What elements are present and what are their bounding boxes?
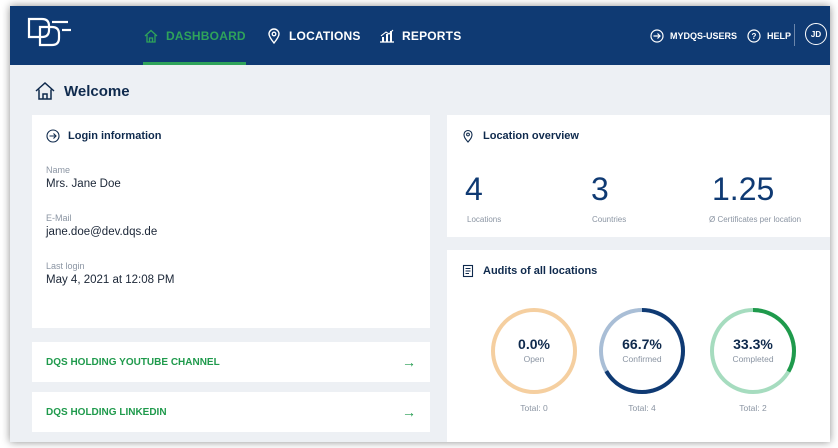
mydqs-users-label: MYDQS-USERS: [670, 30, 738, 41]
audits-card: Audits of all locations 0.0% Open Total:…: [447, 250, 830, 442]
ring-label: Confirmed: [622, 354, 662, 364]
top-navigation: DASHBOARD LOCATIONS REPORTS MYDQS-USERS …: [10, 6, 830, 65]
youtube-channel-label: DQS HOLDING YOUTUBE CHANNEL: [46, 356, 220, 368]
ring-percent: 33.3%: [733, 336, 773, 352]
ring-total-open: Total: 0: [520, 403, 548, 413]
ring-percent: 66.7%: [622, 336, 662, 352]
nav-locations[interactable]: LOCATIONS: [266, 6, 361, 65]
document-icon: [462, 264, 474, 278]
login-information-title-text: Login information: [68, 130, 162, 142]
help-icon: ?: [747, 28, 761, 43]
locations-label: Locations: [467, 215, 502, 224]
linkedin-link[interactable]: DQS HOLDING LINKEDIN →: [32, 392, 430, 432]
nav-divider: [794, 24, 795, 46]
arrow-right-icon: →: [402, 354, 416, 370]
login-information-title: Login information: [46, 129, 161, 143]
last-login-label: Last login: [46, 261, 85, 271]
email-value: jane.doe@dev.dqs.de: [46, 226, 158, 238]
audits-title: Audits of all locations: [461, 264, 597, 278]
audit-ring-confirmed: 66.7% Confirmed: [597, 306, 687, 396]
audit-ring-open: 0.0% Open: [489, 306, 579, 396]
audit-ring-completed: 33.3% Completed: [708, 306, 798, 396]
help-link[interactable]: ? HELP: [747, 6, 791, 65]
location-overview-title: Location overview: [461, 129, 579, 143]
page-title: Welcome: [34, 80, 130, 102]
login-information-card: Login information Name Mrs. Jane Doe E-M…: [32, 115, 430, 328]
youtube-channel-link[interactable]: DQS HOLDING YOUTUBE CHANNEL →: [32, 342, 430, 382]
home-icon: [35, 81, 55, 100]
certificates-per-location-value: 1.25: [712, 171, 775, 207]
name-value: Mrs. Jane Doe: [46, 178, 121, 190]
nav-dashboard-label: DASHBOARD: [166, 28, 246, 43]
help-label: HELP: [767, 30, 792, 41]
nav-reports[interactable]: REPORTS: [379, 6, 461, 65]
ring-percent: 0.0%: [518, 336, 550, 352]
audits-title-text: Audits of all locations: [483, 265, 598, 277]
location-overview-title-text: Location overview: [483, 130, 579, 142]
location-pin-icon: [268, 27, 280, 44]
login-arrow-icon: [46, 129, 60, 143]
arrow-right-icon: →: [402, 404, 416, 420]
certificates-per-location-label: Ø Certificates per location: [709, 215, 802, 224]
nav-dashboard[interactable]: DASHBOARD: [143, 6, 246, 65]
page-title-text: Welcome: [64, 82, 130, 100]
linkedin-label: DQS HOLDING LINKEDIN: [46, 406, 167, 418]
ring-total-completed: Total: 2: [739, 403, 767, 413]
location-pin-icon: [463, 129, 473, 143]
mydqs-users-link[interactable]: MYDQS-USERS: [650, 6, 737, 65]
nav-locations-label: LOCATIONS: [289, 28, 361, 43]
ring-label: Open: [523, 354, 545, 364]
countries-count: 3: [591, 171, 609, 207]
ring-total-confirmed: Total: 4: [628, 403, 656, 413]
app-frame: DASHBOARD LOCATIONS REPORTS MYDQS-USERS …: [10, 6, 830, 442]
locations-count: 4: [465, 171, 483, 207]
name-label: Name: [46, 165, 71, 175]
svg-text:?: ?: [752, 32, 757, 41]
dqs-logo[interactable]: [26, 16, 74, 48]
countries-label: Countries: [592, 215, 627, 224]
email-label: E-Mail: [46, 213, 72, 223]
ring-label: Completed: [732, 354, 774, 364]
nav-reports-label: REPORTS: [402, 28, 462, 43]
location-overview-card: Location overview 4 Locations 3 Countrie…: [447, 115, 830, 237]
chart-icon: [380, 29, 394, 43]
home-icon: [144, 29, 158, 43]
last-login-value: May 4, 2021 at 12:08 PM: [46, 274, 175, 286]
user-avatar[interactable]: JD: [805, 23, 827, 45]
login-arrow-icon: [650, 28, 664, 43]
